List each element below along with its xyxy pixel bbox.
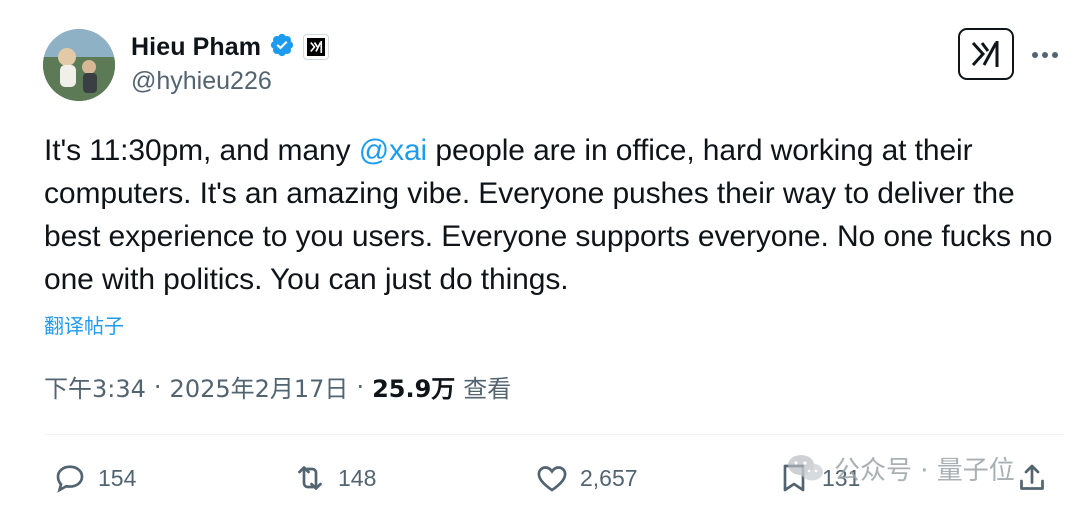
handle[interactable]: @hyhieu226 — [131, 67, 272, 96]
reply-button[interactable]: 154 — [52, 455, 136, 501]
grok-button[interactable] — [958, 28, 1014, 80]
like-count: 2,657 — [580, 464, 638, 491]
retweet-count: 148 — [338, 464, 377, 491]
name-row: Hieu Pham — [131, 30, 330, 64]
post-time[interactable]: 下午3:34 — [44, 369, 146, 404]
tweet: Hieu Pham @hyhieu226 It's 11:30pm, and m… — [0, 0, 1080, 511]
like-button[interactable]: 2,657 — [534, 455, 638, 501]
verified-badge-icon — [269, 32, 295, 63]
reply-count: 154 — [98, 464, 137, 491]
retweet-button[interactable]: 148 — [292, 455, 376, 501]
watermark-text: 公众号 · 量子位 — [834, 455, 1015, 486]
share-button[interactable] — [1014, 455, 1050, 501]
meta-separator: · — [153, 372, 162, 401]
translate-post-link[interactable]: 翻译帖子 — [44, 310, 124, 339]
share-icon — [1020, 464, 1044, 490]
views-count: 25.9万 — [372, 375, 456, 403]
meta-separator: · — [356, 372, 365, 401]
reply-icon — [56, 465, 84, 493]
more-options-icon[interactable] — [1030, 40, 1060, 70]
wechat-icon — [788, 455, 823, 481]
xai-logo-icon[interactable] — [303, 34, 330, 60]
divider — [44, 434, 1064, 435]
post-date[interactable]: 2025年2月17日 — [170, 369, 349, 404]
grok-icon — [971, 41, 999, 67]
mention-link[interactable]: @xai — [359, 134, 428, 167]
tweet-meta: 下午3:34 · 2025年2月17日 · 25.9万 查看 — [44, 369, 511, 404]
avatar[interactable] — [43, 29, 115, 101]
watermark: 公众号 · 量子位 — [786, 448, 1015, 488]
tweet-text-start: It's 11:30pm, and many — [44, 134, 359, 167]
display-name[interactable]: Hieu Pham — [131, 33, 261, 62]
like-icon — [537, 466, 567, 492]
views-label: 查看 — [463, 375, 512, 403]
tweet-text: It's 11:30pm, and many @xai people are i… — [44, 129, 1074, 301]
retweet-icon — [298, 466, 322, 490]
